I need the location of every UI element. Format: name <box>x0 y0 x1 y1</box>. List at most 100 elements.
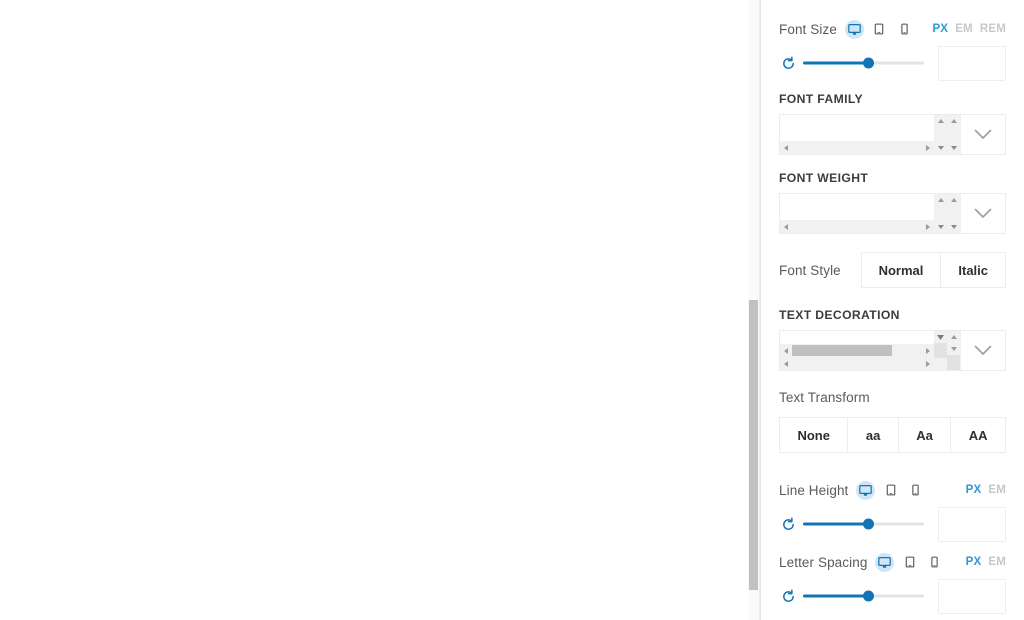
device-tablet-button[interactable] <box>870 20 889 39</box>
font-weight-vertical-scrollbar-a[interactable] <box>934 194 947 233</box>
font-weight-vertical-scrollbar-b[interactable] <box>947 194 960 233</box>
unit-px-button[interactable]: PX <box>966 556 982 568</box>
font-weight-field[interactable] <box>780 194 934 233</box>
line-height-header: Line Height PX EM <box>779 479 1006 501</box>
text-transform-none-button[interactable]: None <box>780 418 849 452</box>
h-scroll-thumb[interactable] <box>792 345 893 356</box>
device-mobile-button[interactable] <box>895 20 914 39</box>
h-scroll-track[interactable] <box>792 220 922 233</box>
scroll-up-arrow-icon[interactable] <box>950 331 958 343</box>
font-family-field[interactable] <box>780 115 934 154</box>
h-scroll-track[interactable] <box>792 344 922 357</box>
text-decoration-select[interactable] <box>779 330 1006 371</box>
text-decoration-vertical-scrollbar-a[interactable] <box>934 331 947 370</box>
device-desktop-button[interactable] <box>844 19 864 39</box>
font-family-select[interactable] <box>779 114 1006 155</box>
font-weight-horizontal-scrollbar[interactable] <box>780 220 934 233</box>
line-height-slider-row <box>779 506 1006 542</box>
panel-vertical-scrollbar[interactable] <box>748 0 760 620</box>
line-height-reset-button[interactable] <box>779 515 797 533</box>
editor-canvas <box>0 0 748 620</box>
font-family-vertical-scrollbar-a[interactable] <box>934 115 947 154</box>
scroll-right-arrow-icon[interactable] <box>922 360 934 368</box>
text-decoration-dropdown-toggle[interactable] <box>960 331 1005 370</box>
scroll-up-arrow-icon[interactable] <box>937 115 945 127</box>
unit-px-button[interactable]: PX <box>966 484 982 496</box>
scroll-down-arrow-icon[interactable] <box>950 221 958 233</box>
line-height-label: Line Height <box>779 482 849 498</box>
unit-em-button[interactable]: EM <box>955 23 973 35</box>
text-decoration-horizontal-scrollbar[interactable] <box>780 357 934 370</box>
text-decoration-control: TEXT DECORATION <box>779 306 1006 371</box>
unit-em-button[interactable]: EM <box>988 484 1006 496</box>
scroll-up-arrow-icon[interactable] <box>950 194 958 206</box>
scroll-down-arrow-icon[interactable] <box>937 142 945 154</box>
scroll-right-arrow-icon[interactable] <box>922 347 934 355</box>
scroll-right-arrow-icon[interactable] <box>922 144 934 152</box>
v-scroll-track[interactable] <box>934 343 947 358</box>
device-mobile-button[interactable] <box>925 553 944 572</box>
letter-spacing-label: Letter Spacing <box>779 554 868 570</box>
scroll-down-arrow-icon[interactable] <box>950 142 958 154</box>
device-tablet-button[interactable] <box>900 553 919 572</box>
letter-spacing-control: Letter Spacing PX EM <box>779 551 1006 614</box>
scroll-left-arrow-icon[interactable] <box>780 144 792 152</box>
font-weight-dropdown-toggle[interactable] <box>960 194 1005 233</box>
v-scroll-track[interactable] <box>947 206 960 221</box>
letter-spacing-reset-button[interactable] <box>779 587 797 605</box>
unit-em-button[interactable]: EM <box>988 556 1006 568</box>
device-desktop-button[interactable] <box>875 552 895 572</box>
text-transform-lowercase-button[interactable]: aa <box>848 418 899 452</box>
line-height-unit-switcher: PX EM <box>966 484 1006 496</box>
font-family-horizontal-scrollbar[interactable] <box>780 141 934 154</box>
mobile-icon <box>931 556 939 568</box>
text-decoration-field[interactable] <box>780 331 934 370</box>
font-style-segmented-group: Normal Italic <box>860 252 1006 288</box>
text-transform-uppercase-button[interactable]: AA <box>951 418 1005 452</box>
font-family-dropdown-toggle[interactable] <box>960 115 1005 154</box>
device-desktop-button[interactable] <box>856 480 876 500</box>
slider-knob[interactable] <box>862 57 874 69</box>
font-size-reset-button[interactable] <box>779 54 797 72</box>
font-style-italic-button[interactable]: Italic <box>941 253 1005 287</box>
v-scroll-track[interactable] <box>947 127 960 142</box>
font-size-slider[interactable] <box>803 54 924 72</box>
font-size-input[interactable] <box>938 45 1006 81</box>
text-transform-capitalize-button[interactable]: Aa <box>898 418 952 452</box>
h-scroll-track[interactable] <box>792 141 922 154</box>
scroll-left-arrow-icon[interactable] <box>780 347 792 355</box>
line-height-input[interactable] <box>938 506 1006 542</box>
slider-knob[interactable] <box>862 518 874 530</box>
font-family-vertical-scrollbar-b[interactable] <box>947 115 960 154</box>
scroll-right-arrow-icon[interactable] <box>922 223 934 231</box>
h-scroll-track[interactable] <box>792 357 922 370</box>
slider-knob[interactable] <box>862 590 874 602</box>
scroll-down-arrow-icon[interactable] <box>936 331 945 343</box>
slider-fill <box>803 61 869 65</box>
chevron-down-icon <box>974 129 992 139</box>
font-weight-select[interactable] <box>779 193 1006 234</box>
v-scroll-track[interactable] <box>947 355 960 370</box>
letter-spacing-slider[interactable] <box>803 587 924 605</box>
device-mobile-button[interactable] <box>906 481 925 500</box>
font-style-normal-button[interactable]: Normal <box>861 253 942 287</box>
scroll-left-arrow-icon[interactable] <box>780 360 792 368</box>
scroll-up-arrow-icon[interactable] <box>950 115 958 127</box>
scroll-down-arrow-icon[interactable] <box>937 221 945 233</box>
v-scroll-track[interactable] <box>934 206 947 221</box>
scroll-left-arrow-icon[interactable] <box>780 223 792 231</box>
text-decoration-inner-horizontal-scrollbar[interactable] <box>780 344 934 357</box>
scroll-up-arrow-icon[interactable] <box>937 194 945 206</box>
unit-rem-button[interactable]: REM <box>980 23 1006 35</box>
unit-px-button[interactable]: PX <box>932 23 948 35</box>
device-tablet-button[interactable] <box>881 481 900 500</box>
text-transform-segmented-group: None aa Aa AA <box>779 417 1006 453</box>
line-height-slider[interactable] <box>803 515 924 533</box>
v-scroll-track[interactable] <box>934 127 947 142</box>
panel-scrollbar-thumb[interactable] <box>749 300 758 590</box>
letter-spacing-input[interactable] <box>938 578 1006 614</box>
mobile-icon <box>912 484 920 496</box>
font-size-header: Font Size PX EM REM <box>779 18 1006 40</box>
text-decoration-vertical-scrollbar-b[interactable] <box>947 331 960 370</box>
scroll-down-arrow-icon[interactable] <box>950 343 958 355</box>
